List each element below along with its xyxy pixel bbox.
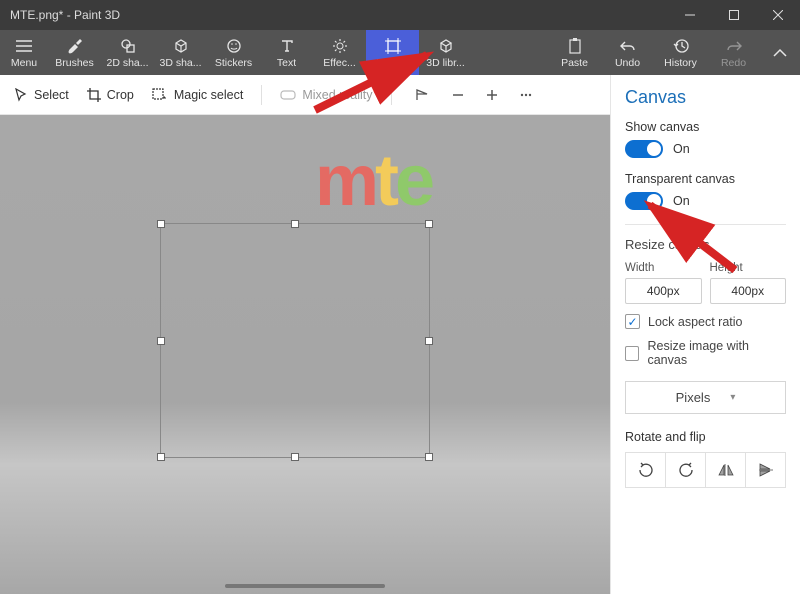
crop-tool[interactable]: Crop bbox=[87, 88, 134, 102]
show-canvas-label: Show canvas bbox=[625, 120, 786, 134]
transparent-canvas-value: On bbox=[673, 194, 690, 208]
canvas-image-content: mte bbox=[315, 140, 431, 222]
2d-shapes-tab[interactable]: 2D sha... bbox=[101, 30, 154, 75]
rotate-left-button[interactable] bbox=[626, 453, 666, 487]
resize-image-checkbox[interactable]: Resize image with canvas bbox=[625, 339, 786, 367]
brush-icon bbox=[67, 37, 83, 55]
maximize-button[interactable] bbox=[712, 0, 756, 30]
magic-select-tool[interactable]: Magic select bbox=[152, 88, 243, 102]
stickers-tab[interactable]: Stickers bbox=[207, 30, 260, 75]
chevron-up-icon bbox=[773, 48, 787, 58]
flip-vertical-button[interactable] bbox=[746, 453, 785, 487]
panel-title: Canvas bbox=[625, 87, 786, 108]
library-icon bbox=[438, 37, 454, 55]
show-canvas-value: On bbox=[673, 142, 690, 156]
transparent-canvas-label: Transparent canvas bbox=[625, 172, 786, 186]
canvas-workspace[interactable]: mte bbox=[0, 115, 610, 594]
undo-button[interactable]: Undo bbox=[601, 30, 654, 75]
crop-icon bbox=[87, 88, 101, 102]
paste-button[interactable]: Paste bbox=[548, 30, 601, 75]
paste-icon bbox=[568, 37, 582, 55]
lock-aspect-checkbox[interactable]: Lock aspect ratio bbox=[625, 314, 786, 329]
close-button[interactable] bbox=[756, 0, 800, 30]
window-title: MTE.png* - Paint 3D bbox=[10, 8, 668, 22]
toolbar-separator bbox=[261, 85, 262, 105]
rotate-right-icon bbox=[678, 462, 694, 478]
resize-canvas-title: Resize canvas bbox=[625, 237, 786, 252]
resize-handle-tm[interactable] bbox=[291, 220, 299, 228]
panel-divider bbox=[625, 224, 786, 225]
resize-handle-bm[interactable] bbox=[291, 453, 299, 461]
history-button[interactable]: History bbox=[654, 30, 707, 75]
effects-icon bbox=[332, 37, 348, 55]
width-label: Width bbox=[625, 262, 702, 274]
resize-handle-tr[interactable] bbox=[425, 220, 433, 228]
selection-rectangle[interactable] bbox=[160, 223, 430, 458]
flip-h-icon bbox=[718, 463, 734, 477]
toolbar-separator bbox=[391, 85, 392, 105]
minus-icon bbox=[451, 88, 465, 102]
ribbon-toolbar: Menu Brushes 2D sha... 3D sha... Sticker… bbox=[0, 30, 800, 75]
width-input[interactable] bbox=[625, 278, 702, 304]
height-input[interactable] bbox=[710, 278, 787, 304]
undo-icon bbox=[620, 37, 636, 55]
shapes-2d-icon bbox=[120, 37, 136, 55]
plus-icon bbox=[485, 88, 499, 102]
checkbox-icon bbox=[625, 314, 640, 329]
menu-button[interactable]: Menu bbox=[0, 30, 48, 75]
zoom-in-button[interactable] bbox=[482, 85, 502, 105]
effects-tab[interactable]: Effec... bbox=[313, 30, 366, 75]
select-tool[interactable]: Select bbox=[14, 88, 69, 102]
rotate-left-icon bbox=[638, 462, 654, 478]
canvas-icon bbox=[385, 37, 401, 55]
flip-horizontal-button[interactable] bbox=[706, 453, 746, 487]
zoom-out-button[interactable] bbox=[448, 85, 468, 105]
units-dropdown[interactable]: Pixels ▾ bbox=[625, 381, 786, 414]
redo-icon bbox=[726, 37, 742, 55]
checkbox-icon bbox=[625, 346, 639, 361]
dots-icon bbox=[519, 88, 533, 102]
mixed-reality-tool[interactable]: Mixed reality bbox=[280, 88, 372, 102]
rotate-right-button[interactable] bbox=[666, 453, 706, 487]
redo-button[interactable]: Redo bbox=[707, 30, 760, 75]
chevron-down-icon: ▾ bbox=[730, 392, 735, 403]
show-canvas-toggle[interactable] bbox=[625, 140, 663, 158]
resize-handle-tl[interactable] bbox=[157, 220, 165, 228]
brushes-tab[interactable]: Brushes bbox=[48, 30, 101, 75]
text-icon bbox=[279, 37, 295, 55]
cursor-icon bbox=[14, 88, 28, 102]
horizontal-scroll[interactable] bbox=[225, 584, 385, 588]
history-icon bbox=[673, 37, 689, 55]
height-label: Height bbox=[710, 262, 787, 274]
sticker-icon bbox=[226, 37, 242, 55]
more-options-button[interactable] bbox=[516, 85, 536, 105]
3d-library-tab[interactable]: 3D libr... bbox=[419, 30, 472, 75]
canvas-tab[interactable]: Canvas bbox=[366, 30, 419, 75]
rotate-flip-title: Rotate and flip bbox=[625, 430, 786, 444]
collapse-ribbon-button[interactable] bbox=[760, 30, 800, 75]
flip-v-icon bbox=[758, 463, 774, 477]
transparent-canvas-toggle[interactable] bbox=[625, 192, 663, 210]
resize-handle-bl[interactable] bbox=[157, 453, 165, 461]
shapes-3d-icon bbox=[173, 37, 189, 55]
resize-handle-br[interactable] bbox=[425, 453, 433, 461]
resize-handle-mr[interactable] bbox=[425, 337, 433, 345]
minimize-button[interactable] bbox=[668, 0, 712, 30]
text-tab[interactable]: Text bbox=[260, 30, 313, 75]
menu-icon bbox=[16, 37, 32, 55]
view-3d-button[interactable] bbox=[414, 85, 434, 105]
canvas-properties-panel: Canvas Show canvas On Transparent canvas… bbox=[610, 75, 800, 594]
resize-handle-ml[interactable] bbox=[157, 337, 165, 345]
magic-select-icon bbox=[152, 88, 168, 102]
3d-shapes-tab[interactable]: 3D sha... bbox=[154, 30, 207, 75]
flag-icon bbox=[416, 89, 432, 101]
title-bar: MTE.png* - Paint 3D bbox=[0, 0, 800, 30]
mixed-reality-icon bbox=[280, 89, 296, 101]
